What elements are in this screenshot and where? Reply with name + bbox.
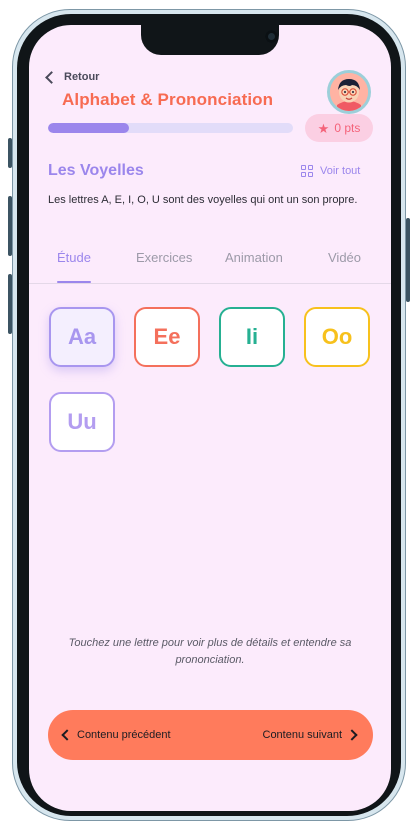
chevron-right-icon [346,729,358,741]
chevron-left-icon [45,70,58,84]
tab-etude[interactable]: Étude [57,250,91,265]
letter-card-e[interactable]: Ee [134,307,200,367]
back-label: Retour [64,71,100,83]
letter-card-a[interactable]: Aa [49,307,115,367]
side-button-mute [8,138,12,168]
camera-icon [265,30,278,43]
letter-card-i[interactable]: Ii [219,307,285,367]
side-button-volume-up [8,196,12,256]
next-content-label: Contenu suivant [262,729,343,741]
section-title: Les Voyelles [48,162,144,179]
notch [141,25,279,55]
points-badge: ★ 0 pts [305,114,373,142]
tab-animation[interactable]: Animation [225,250,287,265]
letter-card-o[interactable]: Oo [304,307,370,367]
progress-fill [48,123,129,133]
avatar[interactable] [327,70,371,114]
view-all-label: Voir tout [320,165,361,177]
side-button-volume-down [8,274,12,334]
points-label: 0 pts [334,121,361,135]
avatar-boy-icon [330,73,368,111]
star-icon: ★ [317,120,330,136]
side-button-power [406,218,410,302]
page-title: Alphabet & Prononciation [62,90,274,109]
progress-bar [48,123,293,133]
previous-content-button[interactable]: Contenu précédent [61,710,171,760]
previous-content-label: Contenu précédent [77,729,171,741]
tab-bar: Étude Exercices Animation Vidéo [29,250,391,284]
section-description: Les lettres A, E, I, O, U sont des voyel… [48,194,358,206]
tab-video[interactable]: Vidéo [328,250,361,265]
divider [29,283,391,284]
view-all-button[interactable]: Voir tout [301,165,360,177]
grid-icon [301,165,313,177]
next-content-button[interactable]: Contenu suivant [262,710,358,760]
chevron-left-icon [61,729,73,741]
back-button[interactable]: Retour [45,70,100,84]
app-screen: Retour Alphabet & Prononciation ★ 0 pts … [29,25,391,811]
tab-exercices[interactable]: Exercices [136,250,192,265]
hint-text: Touchez une lettre pour voir plus de dét… [68,637,352,666]
letter-card-u[interactable]: Uu [49,392,115,452]
bottom-nav-bar: Contenu précédent Contenu suivant [48,710,373,760]
